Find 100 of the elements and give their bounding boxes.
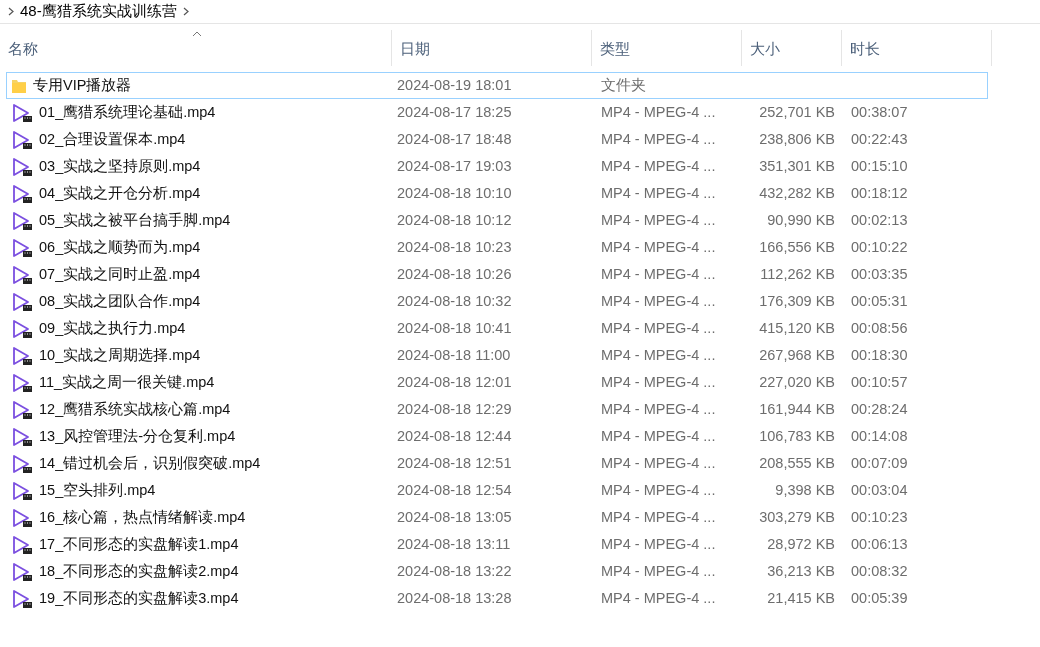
- file-row[interactable]: 17_不同形态的实盘解读1.mp4 2024-08-18 13:11 MP4 - MPEG-4 ... 28,972 KB 00:06:13: [6, 531, 988, 558]
- video-file-icon: [11, 156, 33, 177]
- type-cell: MP4 - MPEG-4 ...: [601, 130, 716, 147]
- chevron-icon: [8, 7, 14, 16]
- date-cell: 2024-08-18 12:51: [397, 454, 512, 471]
- file-row[interactable]: 01_鹰猎系统理论基础.mp4 2024-08-17 18:25 MP4 - MPEG-4 ... 252,701 KB 00:38:07: [6, 99, 988, 126]
- size-cell: 21,415 KB: [767, 589, 835, 606]
- size-cell: 415,120 KB: [759, 319, 835, 336]
- video-file-icon: [11, 183, 33, 204]
- video-file-icon: [11, 426, 33, 447]
- file-row[interactable]: 19_不同形态的实盘解读3.mp4 2024-08-18 13:28 MP4 - MPEG-4 ... 21,415 KB 00:05:39: [6, 585, 988, 612]
- date-cell: 2024-08-18 11:00: [397, 346, 511, 363]
- type-cell: MP4 - MPEG-4 ...: [601, 184, 716, 201]
- file-name: 03_实战之坚持原则.mp4: [39, 156, 201, 176]
- file-name: 14_错过机会后，识别假突破.mp4: [39, 453, 261, 473]
- type-cell: MP4 - MPEG-4 ...: [601, 292, 716, 309]
- type-cell: MP4 - MPEG-4 ...: [601, 400, 716, 417]
- date-cell: 2024-08-18 12:01: [397, 373, 512, 390]
- file-row[interactable]: 14_错过机会后，识别假突破.mp4 2024-08-18 12:51 MP4 - MPEG-4 ... 208,555 KB 00:07:09: [6, 450, 988, 477]
- duration-cell: 00:14:08: [851, 427, 908, 444]
- column-header[interactable]: 大小: [742, 30, 842, 66]
- file-name: 19_不同形态的实盘解读3.mp4: [39, 588, 239, 608]
- file-name: 06_实战之顺势而为.mp4: [39, 237, 201, 257]
- video-file-icon: [11, 588, 33, 609]
- duration-cell: 00:05:31: [851, 292, 908, 309]
- file-row[interactable]: 06_实战之顺势而为.mp4 2024-08-18 10:23 MP4 - MPEG-4 ... 166,556 KB 00:10:22: [6, 234, 988, 261]
- duration-cell: 00:10:22: [851, 238, 908, 255]
- duration-cell: 00:08:32: [851, 562, 908, 579]
- file-name: 16_核心篇，热点情绪解读.mp4: [39, 507, 246, 527]
- type-cell: MP4 - MPEG-4 ...: [601, 103, 716, 120]
- file-name: 专用VIP播放器: [33, 75, 132, 95]
- file-row[interactable]: 专用VIP播放器 2024-08-19 18:01 文件夹: [6, 72, 988, 99]
- file-row[interactable]: 07_实战之同时止盈.mp4 2024-08-18 10:26 MP4 - MPEG-4 ... 112,262 KB 00:03:35: [6, 261, 988, 288]
- date-cell: 2024-08-18 12:44: [397, 427, 512, 444]
- size-cell: 252,701 KB: [759, 103, 835, 120]
- column-header[interactable]: 类型: [592, 30, 742, 66]
- video-file-icon: [11, 318, 33, 339]
- duration-cell: 00:03:04: [851, 481, 908, 498]
- video-file-icon: [11, 345, 33, 366]
- file-row[interactable]: 16_核心篇，热点情绪解读.mp4 2024-08-18 13:05 MP4 - MPEG-4 ... 303,279 KB 00:10:23: [6, 504, 988, 531]
- type-cell: MP4 - MPEG-4 ...: [601, 265, 716, 282]
- column-header[interactable]: 日期: [392, 30, 592, 66]
- video-file-icon: [11, 237, 33, 258]
- file-name: 10_实战之周期选择.mp4: [39, 345, 201, 365]
- size-cell: 208,555 KB: [759, 454, 835, 471]
- video-file-icon: [11, 399, 33, 420]
- type-cell: MP4 - MPEG-4 ...: [601, 535, 716, 552]
- breadcrumb-item[interactable]: 48-鹰猎系统实战训练营: [20, 0, 177, 23]
- date-cell: 2024-08-18 13:28: [397, 589, 512, 606]
- date-cell: 2024-08-19 18:01: [397, 76, 512, 93]
- date-cell: 2024-08-18 12:29: [397, 400, 512, 417]
- size-cell: 36,213 KB: [767, 562, 835, 579]
- duration-cell: 00:03:35: [851, 265, 908, 282]
- duration-cell: 00:18:12: [851, 184, 908, 201]
- date-cell: 2024-08-18 13:22: [397, 562, 512, 579]
- type-cell: MP4 - MPEG-4 ...: [601, 238, 716, 255]
- file-name: 17_不同形态的实盘解读1.mp4: [39, 534, 239, 554]
- date-cell: 2024-08-18 10:10: [397, 184, 512, 201]
- video-file-icon: [11, 291, 33, 312]
- video-file-icon: [11, 507, 33, 528]
- type-cell: MP4 - MPEG-4 ...: [601, 562, 716, 579]
- file-row[interactable]: 03_实战之坚持原则.mp4 2024-08-17 19:03 MP4 - MPEG-4 ... 351,301 KB 00:15:10: [6, 153, 988, 180]
- date-cell: 2024-08-18 13:05: [397, 508, 512, 525]
- duration-cell: 00:06:13: [851, 535, 908, 552]
- date-cell: 2024-08-17 18:25: [397, 103, 512, 120]
- type-cell: MP4 - MPEG-4 ...: [601, 454, 716, 471]
- file-name: 05_实战之被平台搞手脚.mp4: [39, 210, 231, 230]
- size-cell: 351,301 KB: [759, 157, 835, 174]
- file-row[interactable]: 05_实战之被平台搞手脚.mp4 2024-08-18 10:12 MP4 - MPEG-4 ... 90,990 KB 00:02:13: [6, 207, 988, 234]
- file-row[interactable]: 10_实战之周期选择.mp4 2024-08-18 11:00 MP4 - MPEG-4 ... 267,968 KB 00:18:30: [6, 342, 988, 369]
- video-file-icon: [11, 102, 33, 123]
- file-row[interactable]: 15_空头排列.mp4 2024-08-18 12:54 MP4 - MPEG-4 ... 9,398 KB 00:03:04: [6, 477, 988, 504]
- type-cell: MP4 - MPEG-4 ...: [601, 508, 716, 525]
- file-row[interactable]: 11_实战之周一很关键.mp4 2024-08-18 12:01 MP4 - MPEG-4 ... 227,020 KB 00:10:57: [6, 369, 988, 396]
- size-cell: 176,309 KB: [759, 292, 835, 309]
- date-cell: 2024-08-18 10:26: [397, 265, 512, 282]
- size-cell: 9,398 KB: [775, 481, 835, 498]
- size-cell: 90,990 KB: [767, 211, 835, 228]
- file-name: 02_合理设置保本.mp4: [39, 129, 186, 149]
- date-cell: 2024-08-18 13:11: [397, 535, 511, 552]
- file-row[interactable]: 12_鹰猎系统实战核心篇.mp4 2024-08-18 12:29 MP4 - MPEG-4 ... 161,944 KB 00:28:24: [6, 396, 988, 423]
- type-cell: MP4 - MPEG-4 ...: [601, 346, 716, 363]
- type-cell: MP4 - MPEG-4 ...: [601, 589, 716, 606]
- file-row[interactable]: 13_风控管理法-分仓复利.mp4 2024-08-18 12:44 MP4 - MPEG-4 ... 106,783 KB 00:14:08: [6, 423, 988, 450]
- file-row[interactable]: 04_实战之开仓分析.mp4 2024-08-18 10:10 MP4 - MPEG-4 ... 432,282 KB 00:18:12: [6, 180, 988, 207]
- video-file-icon: [11, 534, 33, 555]
- column-header[interactable]: 时长: [842, 30, 992, 66]
- duration-cell: 00:10:57: [851, 373, 908, 390]
- type-cell: MP4 - MPEG-4 ...: [601, 481, 716, 498]
- file-name: 18_不同形态的实盘解读2.mp4: [39, 561, 239, 581]
- column-header[interactable]: 名称: [0, 30, 392, 66]
- file-row[interactable]: 18_不同形态的实盘解读2.mp4 2024-08-18 13:22 MP4 - MPEG-4 ... 36,213 KB 00:08:32: [6, 558, 988, 585]
- file-row[interactable]: 09_实战之执行力.mp4 2024-08-18 10:41 MP4 - MPEG-4 ... 415,120 KB 00:08:56: [6, 315, 988, 342]
- size-cell: 161,944 KB: [759, 400, 835, 417]
- file-row[interactable]: 08_实战之团队合作.mp4 2024-08-18 10:32 MP4 - MPEG-4 ... 176,309 KB 00:05:31: [6, 288, 988, 315]
- type-cell: 文件夹: [601, 76, 646, 93]
- chevron-icon: [182, 7, 189, 16]
- duration-cell: 00:10:23: [851, 508, 908, 525]
- file-name: 07_实战之同时止盈.mp4: [39, 264, 201, 284]
- file-row[interactable]: 02_合理设置保本.mp4 2024-08-17 18:48 MP4 - MPEG-4 ... 238,806 KB 00:22:43: [6, 126, 988, 153]
